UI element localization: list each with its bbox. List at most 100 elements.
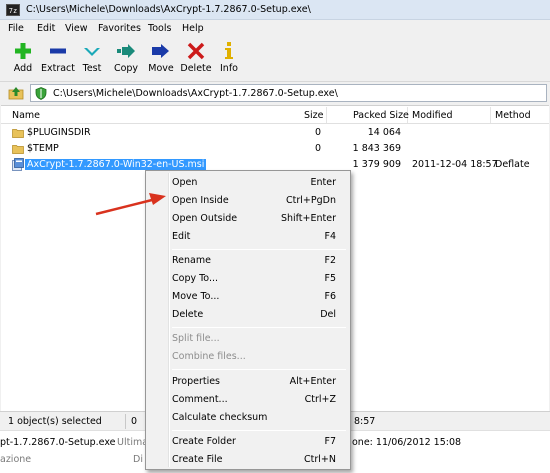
info-icon xyxy=(225,42,233,59)
menu-favorites[interactable]: Favorites xyxy=(98,23,141,34)
file-name: $TEMP xyxy=(27,143,59,154)
file-modified: 2011-12-04 18:57 xyxy=(412,159,498,170)
list-header: Name Size Packed Size Modified Method xyxy=(1,106,549,124)
menu-item-shortcut: Ctrl+PgDn xyxy=(286,195,336,206)
menu-item-shortcut: Del xyxy=(320,309,336,320)
file-packed-size: 14 064 xyxy=(367,127,401,138)
status-divider xyxy=(125,414,126,429)
column-header-size[interactable]: Size xyxy=(304,110,324,121)
copy-button[interactable]: Copy xyxy=(110,40,142,80)
status-modified: 8:57 xyxy=(354,416,376,427)
menu-item-label: Move To... xyxy=(172,291,220,302)
background-filename: pt-1.7.2867.0-Setup.exe xyxy=(0,437,116,448)
column-header-method[interactable]: Method xyxy=(495,110,531,121)
folder-icon xyxy=(12,145,24,154)
menu-item-shortcut: F7 xyxy=(324,436,336,447)
menu-item-label: Open xyxy=(172,177,198,188)
info-button[interactable]: Info xyxy=(216,40,242,80)
address-bar: C:\Users\Michele\Downloads\AxCrypt-1.7.2… xyxy=(0,82,550,104)
menu-separator xyxy=(172,369,346,370)
file-row-temp[interactable]: $TEMP 0 1 843 369 xyxy=(1,141,549,157)
extract-label: Extract xyxy=(40,63,76,74)
add-button[interactable]: Add xyxy=(6,40,40,80)
menu-item-open-inside[interactable]: Open Inside Ctrl+PgDn xyxy=(148,192,348,210)
add-label: Add xyxy=(13,63,33,74)
menu-item-label: Calculate checksum xyxy=(172,412,268,423)
menu-item-shortcut: F6 xyxy=(324,291,336,302)
title-bar[interactable]: 7z C:\Users\Michele\Downloads\AxCrypt-1.… xyxy=(0,0,550,20)
menu-bar: File Edit View Favorites Tools Help xyxy=(0,20,550,38)
menu-item-properties[interactable]: Properties Alt+Enter xyxy=(148,373,348,391)
menu-item-label: Edit xyxy=(172,231,191,242)
column-header-modified[interactable]: Modified xyxy=(412,110,453,121)
minus-icon xyxy=(50,48,66,54)
menu-item-label: Delete xyxy=(172,309,204,320)
address-field[interactable]: C:\Users\Michele\Downloads\AxCrypt-1.7.2… xyxy=(30,84,547,102)
menu-edit[interactable]: Edit xyxy=(37,23,55,34)
menu-help[interactable]: Help xyxy=(182,23,204,34)
background-ultima-label: Ultima xyxy=(117,437,149,448)
copy-label: Copy xyxy=(113,63,139,74)
test-button[interactable]: Test xyxy=(78,40,106,80)
menu-tools[interactable]: Tools xyxy=(148,23,171,34)
menu-item-label: Combine files... xyxy=(172,351,246,362)
menu-item-label: Create Folder xyxy=(172,436,236,447)
menu-item-label: Split file... xyxy=(172,333,220,344)
menu-item-move-to[interactable]: Move To... F6 xyxy=(148,288,348,306)
delete-x-icon xyxy=(187,42,205,60)
menu-item-shortcut: Ctrl+N xyxy=(304,454,336,465)
file-size: 0 xyxy=(314,127,321,138)
file-name: AxCrypt-1.7.2867.0-Win32-en-US.msi xyxy=(25,159,207,170)
file-method: Deflate xyxy=(495,159,530,170)
menu-item-label: Create File xyxy=(172,454,223,465)
delete-label: Delete xyxy=(180,63,212,74)
copy-arrow-icon xyxy=(117,44,135,58)
menu-item-split-file: Split file... xyxy=(148,330,348,348)
column-header-packed-size[interactable]: Packed Size xyxy=(353,110,409,121)
menu-item-open-outside[interactable]: Open Outside Shift+Enter xyxy=(148,210,348,228)
menu-item-delete[interactable]: Delete Del xyxy=(148,306,348,324)
menu-item-calculate-checksum[interactable]: Calculate checksum xyxy=(148,409,348,427)
menu-separator xyxy=(172,249,346,250)
folder-icon xyxy=(12,129,24,138)
menu-item-shortcut: F4 xyxy=(324,231,336,242)
menu-item-copy-to[interactable]: Copy To... F5 xyxy=(148,270,348,288)
delete-button[interactable]: Delete xyxy=(180,40,212,80)
menu-item-shortcut: Enter xyxy=(310,177,337,188)
msi-installer-icon xyxy=(12,158,24,171)
column-divider[interactable] xyxy=(490,107,491,123)
status-selected-count: 1 object(s) selected xyxy=(8,416,102,427)
column-header-name[interactable]: Name xyxy=(12,110,40,121)
column-divider[interactable] xyxy=(326,107,327,123)
menu-item-rename[interactable]: Rename F2 xyxy=(148,252,348,270)
test-label: Test xyxy=(82,63,102,74)
menu-item-create-folder[interactable]: Create Folder F7 xyxy=(148,433,348,451)
move-button[interactable]: Move xyxy=(145,40,177,80)
menu-item-open[interactable]: Open Enter xyxy=(148,174,348,192)
app-icon: 7z xyxy=(6,4,20,16)
menu-item-shortcut: Shift+Enter xyxy=(280,213,336,224)
plus-icon xyxy=(15,43,31,59)
menu-item-label: Copy To... xyxy=(172,273,219,284)
menu-item-comment[interactable]: Comment... Ctrl+Z xyxy=(148,391,348,409)
shield-icon xyxy=(35,87,47,100)
move-arrow-icon xyxy=(152,44,169,58)
menu-item-create-file[interactable]: Create File Ctrl+N xyxy=(148,451,348,469)
menu-item-edit[interactable]: Edit F4 xyxy=(148,228,348,246)
file-packed-size: 1 843 369 xyxy=(352,143,401,154)
extract-button[interactable]: Extract xyxy=(40,40,76,80)
file-row-pluginsdir[interactable]: $PLUGINSDIR 0 14 064 xyxy=(1,125,549,141)
folder-up-icon[interactable] xyxy=(8,86,24,100)
menu-file[interactable]: File xyxy=(8,23,24,34)
background-di-label: Di xyxy=(133,454,143,465)
menu-item-label: Open Inside xyxy=(172,195,229,206)
file-name: $PLUGINSDIR xyxy=(27,127,91,138)
menu-item-combine-files: Combine files... xyxy=(148,348,348,366)
menu-item-shortcut: Alt+Enter xyxy=(289,376,336,387)
background-date: one: 11/06/2012 15:08 xyxy=(352,437,462,448)
info-label: Info xyxy=(220,63,238,74)
context-menu: Open Enter Open Inside Ctrl+PgDn Open Ou… xyxy=(145,170,351,470)
menu-item-shortcut: F5 xyxy=(324,273,336,284)
file-packed-size: 1 379 909 xyxy=(352,159,401,170)
menu-view[interactable]: View xyxy=(65,23,88,34)
